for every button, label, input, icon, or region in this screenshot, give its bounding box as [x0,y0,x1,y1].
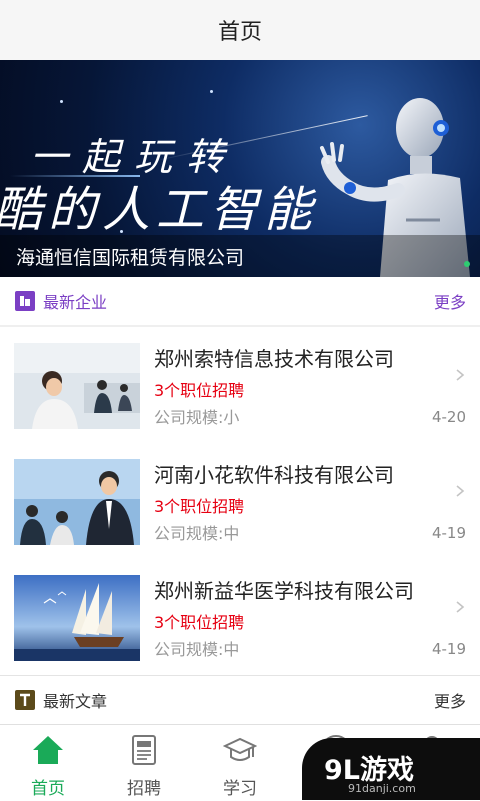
banner-caption: 海通恒信国际租赁有限公司 [16,247,245,269]
post-date: 4-19 [431,640,466,658]
banner-slogan-line2: 酷的人工智能 [0,182,319,238]
job-count: 3个职位招聘 [154,613,245,632]
carousel-indicator[interactable] [464,261,470,267]
page-title: 首页 [217,20,262,45]
tab-label: 首页 [31,779,65,799]
banner-carousel[interactable]: 一起玩转 酷的人工智能 海通恒信国际租赁有限公司 [0,60,480,277]
company-scale: 公司规模:中 [154,640,240,659]
post-date: 4-19 [431,524,466,542]
section-title: 最新企业 [43,293,108,312]
post-date: 4-20 [431,408,466,426]
building-icon [15,291,35,311]
chevron-right-icon [456,601,465,613]
company-name: 郑州新益华医学科技有限公司 [154,579,414,603]
section-header-companies: 最新企业 更多 [0,277,480,326]
tab-recruit[interactable]: 招聘 [96,725,192,801]
company-scale: 公司规模:小 [154,408,240,427]
more-companies-link[interactable]: 更多 [434,289,466,313]
document-icon [132,735,156,765]
job-count: 3个职位招聘 [154,497,245,516]
tab-home[interactable]: 首页 [0,725,96,801]
site-watermark: 9L游戏 91danji.com [302,738,480,800]
company-name: 河南小花软件科技有限公司 [154,463,394,487]
company-list-item[interactable]: 郑州新益华医学科技有限公司 3个职位招聘 公司规模:中 4-19 [0,559,480,676]
section-header-articles: 最新文章 更多 [0,676,480,725]
tab-study[interactable]: 学习 [192,725,288,801]
more-articles-link[interactable]: 更多 [434,688,466,712]
top-bar: 首页 [0,0,480,61]
text-t-icon [15,690,35,710]
company-scale: 公司规模:中 [154,524,240,543]
banner-star [60,100,63,103]
home-icon [33,736,63,764]
tab-label: 招聘 [127,779,161,799]
company-name: 郑州索特信息技术有限公司 [154,347,394,371]
company-list-item[interactable]: 河南小花软件科技有限公司 3个职位招聘 公司规模:中 4-19 [0,443,480,560]
banner-star [210,90,213,93]
tab-label: 学习 [223,779,257,799]
company-thumbnail [14,575,140,661]
graduation-cap-icon [223,737,257,761]
watermark-site: 91danji.com [348,782,416,795]
chevron-right-icon [456,485,465,497]
section-title: 最新文章 [43,692,108,711]
chevron-right-icon [456,369,465,381]
banner-caption-bar: 海通恒信国际租赁有限公司 [0,235,480,277]
company-list-item[interactable]: 郑州索特信息技术有限公司 3个职位招聘 公司规模:小 4-20 [0,327,480,444]
company-thumbnail [14,343,140,429]
company-thumbnail [14,459,140,545]
job-count: 3个职位招聘 [154,381,245,400]
